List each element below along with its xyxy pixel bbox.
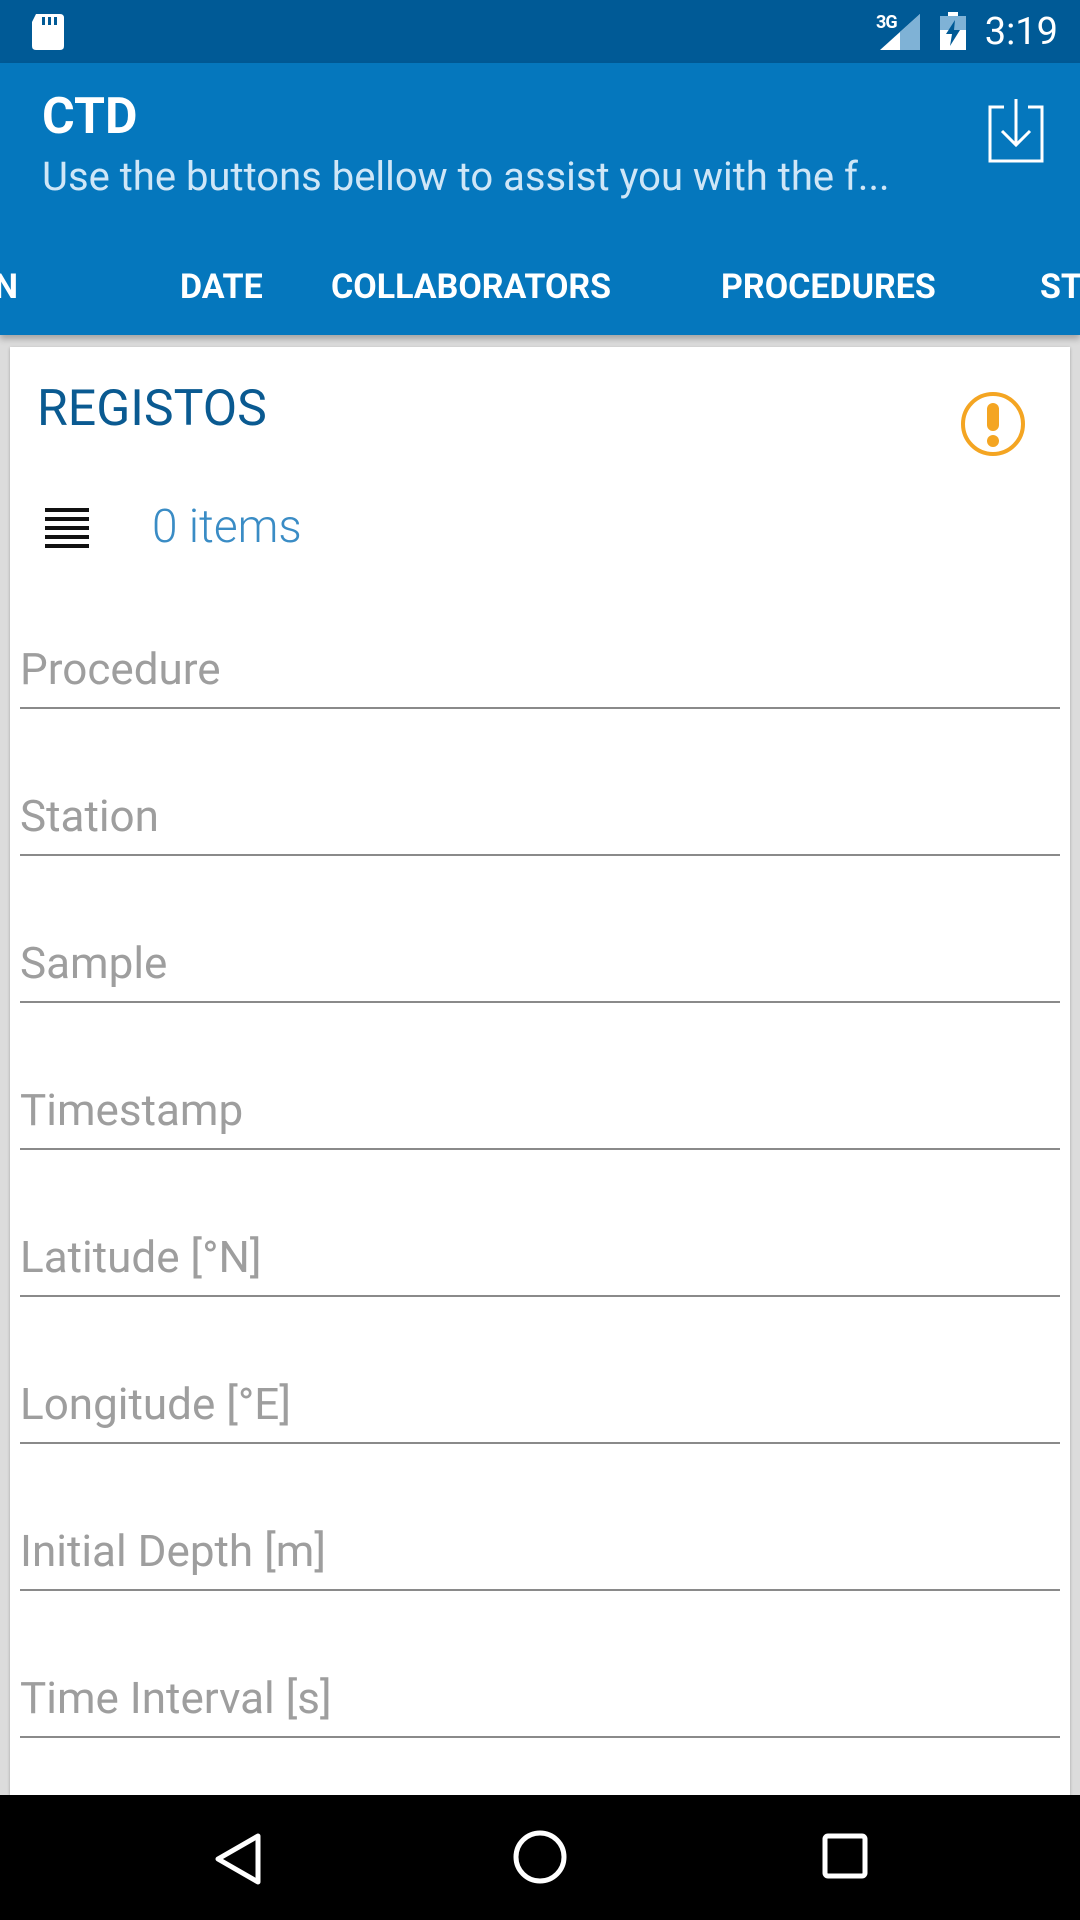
- station-field[interactable]: Station: [20, 776, 1060, 856]
- station-placeholder: Station: [20, 790, 159, 842]
- procedure-field[interactable]: Procedure: [20, 629, 1060, 709]
- procedure-placeholder: Procedure: [20, 643, 221, 695]
- longitude-placeholder: Longitude [°E]: [20, 1378, 291, 1430]
- recents-icon[interactable]: [822, 1833, 868, 1879]
- time-interval-field[interactable]: Time Interval [s]: [20, 1658, 1060, 1738]
- initial-depth-field[interactable]: Initial Depth [m]: [20, 1511, 1060, 1591]
- registos-card: REGISTOS 0 items Procedure Station Sampl…: [10, 347, 1070, 1795]
- timestamp-field[interactable]: Timestamp: [20, 1070, 1060, 1150]
- app-subtitle: Use the buttons bellow to assist you wit…: [42, 153, 890, 200]
- sample-field[interactable]: Sample: [20, 923, 1060, 1003]
- navigation-bar: [0, 1795, 1080, 1920]
- battery-charging-icon: [940, 12, 966, 50]
- sample-placeholder: Sample: [20, 937, 168, 989]
- sd-card-icon: [32, 14, 64, 50]
- alert-icon[interactable]: [960, 391, 1026, 457]
- tab-procedures[interactable]: PROCEDURES: [721, 239, 936, 335]
- list-icon[interactable]: [45, 508, 89, 548]
- latitude-field[interactable]: Latitude [°N]: [20, 1217, 1060, 1297]
- tab-partial-right[interactable]: ST: [1040, 239, 1080, 335]
- tab-collaborators[interactable]: COLLABORATORS: [331, 239, 611, 335]
- status-bar: 3G 3:19: [0, 0, 1080, 63]
- longitude-field[interactable]: Longitude [°E]: [20, 1364, 1060, 1444]
- app-title: CTD: [42, 88, 138, 146]
- tab-partial-left[interactable]: N: [0, 239, 18, 335]
- home-icon[interactable]: [512, 1829, 568, 1885]
- section-title: REGISTOS: [37, 380, 267, 438]
- timestamp-placeholder: Timestamp: [20, 1084, 244, 1136]
- tab-date[interactable]: DATE: [180, 239, 263, 335]
- tab-bar: N DATE COLLABORATORS PROCEDURES ST: [0, 239, 1080, 335]
- initial-depth-placeholder: Initial Depth [m]: [20, 1525, 326, 1577]
- back-icon[interactable]: [212, 1832, 262, 1886]
- items-count: 0 items: [152, 500, 302, 554]
- time-interval-placeholder: Time Interval [s]: [20, 1672, 332, 1724]
- clock: 3:19: [984, 10, 1058, 54]
- app-bar: CTD Use the buttons bellow to assist you…: [0, 63, 1080, 335]
- latitude-placeholder: Latitude [°N]: [20, 1231, 262, 1283]
- signal-icon: [880, 14, 920, 50]
- download-icon[interactable]: [986, 99, 1046, 165]
